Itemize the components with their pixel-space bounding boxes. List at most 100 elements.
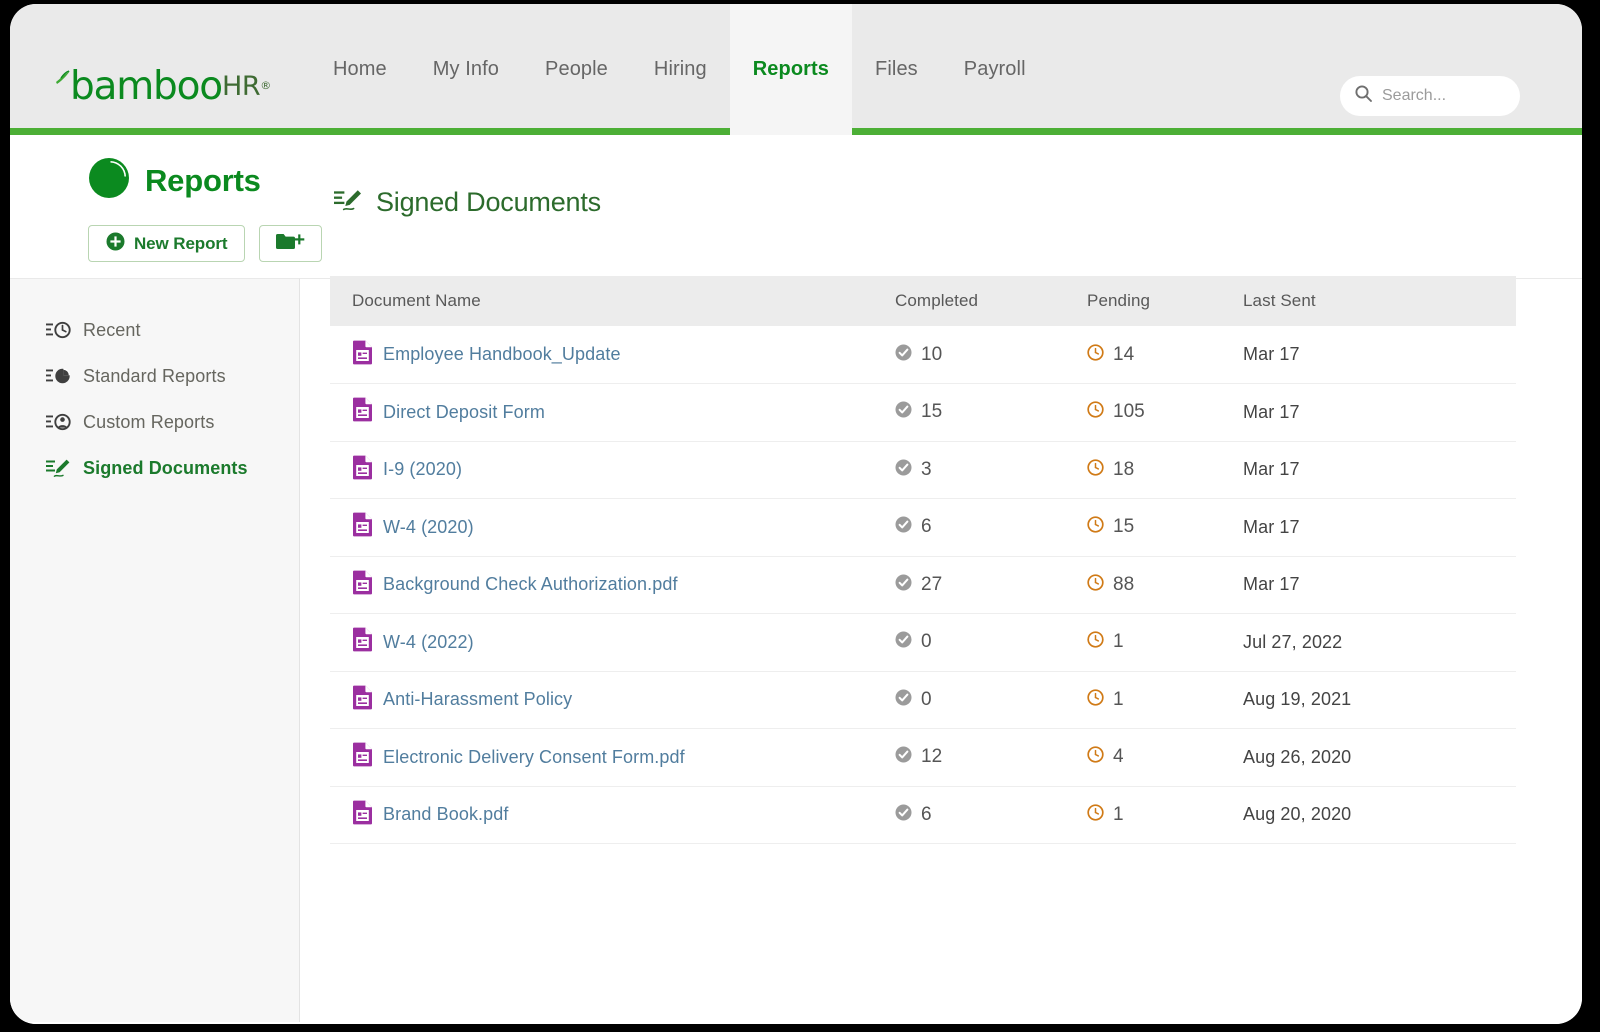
document-name-link[interactable]: W-4 (2022) — [383, 632, 474, 653]
last-sent-date: Mar 17 — [1243, 516, 1300, 537]
app-window: bamboo HR ® Home My Info People Hiring R… — [10, 4, 1582, 1024]
sidebar-item-standard-reports[interactable]: Standard Reports — [10, 353, 299, 399]
nav-item-my-info[interactable]: My Info — [410, 4, 522, 135]
document-name-link[interactable]: W-4 (2020) — [383, 517, 474, 538]
sidebar-item-standard-reports-label: Standard Reports — [83, 365, 226, 386]
search-box[interactable] — [1340, 76, 1520, 116]
logo-registered-mark: ® — [260, 79, 272, 92]
nav-item-people[interactable]: People — [522, 4, 631, 135]
last-sent-date: Aug 20, 2020 — [1243, 804, 1352, 825]
nav-item-files[interactable]: Files — [852, 4, 941, 135]
table-row: I-9 (2020) 3 18 Mar 17 — [330, 441, 1516, 499]
cell-completed: 6 — [895, 498, 1087, 557]
nav-item-hiring[interactable]: Hiring — [631, 4, 730, 135]
cell-pending: 1 — [1087, 613, 1243, 672]
check-circle-icon — [895, 746, 912, 768]
cell-document-name: Brand Book.pdf — [330, 786, 895, 844]
cell-document-name: W-4 (2020) — [330, 498, 895, 557]
document-icon — [352, 570, 373, 600]
list-person-icon — [46, 412, 72, 432]
document-name-link[interactable]: Anti-Harassment Policy — [383, 689, 572, 710]
completed-count: 12 — [921, 746, 943, 768]
document-icon — [352, 397, 373, 427]
new-folder-button[interactable] — [259, 225, 323, 262]
sidebar-item-signed-documents[interactable]: Signed Documents — [10, 445, 299, 491]
last-sent-date: Mar 17 — [1243, 459, 1300, 480]
cell-last-sent: Mar 17 — [1243, 441, 1516, 499]
cell-pending: 1 — [1087, 786, 1243, 844]
nav-item-reports[interactable]: Reports — [729, 4, 853, 135]
column-header-document-name[interactable]: Document Name — [330, 276, 895, 326]
clock-circle-icon — [1087, 459, 1104, 481]
completed-count: 0 — [921, 631, 932, 653]
table-row: Direct Deposit Form 15 105 Mar 17 — [330, 383, 1516, 442]
cell-document-name: I-9 (2020) — [330, 441, 895, 499]
cell-last-sent: Aug 19, 2021 — [1243, 671, 1516, 729]
cell-completed: 10 — [895, 326, 1087, 384]
page-body: Reports New Report Recent Standard Repor… — [10, 135, 1582, 1024]
cell-document-name: Anti-Harassment Policy — [330, 671, 895, 729]
reports-sidebar: Recent Standard Reports Custom Reports S… — [10, 278, 300, 1022]
last-sent-date: Aug 26, 2020 — [1243, 746, 1352, 767]
document-name-link[interactable]: Brand Book.pdf — [383, 804, 508, 825]
last-sent-date: Mar 17 — [1243, 401, 1300, 422]
pending-count: 88 — [1113, 573, 1135, 595]
document-name-link[interactable]: Electronic Delivery Consent Form.pdf — [383, 747, 685, 768]
check-circle-icon — [895, 516, 912, 538]
bamboohr-logo[interactable]: bamboo HR ® — [55, 67, 271, 110]
completed-count: 27 — [921, 573, 943, 595]
column-header-completed[interactable]: Completed — [895, 276, 1087, 326]
cell-pending: 105 — [1087, 383, 1243, 442]
cell-completed: 27 — [895, 556, 1087, 614]
nav-item-payroll[interactable]: Payroll — [941, 4, 1049, 135]
document-name-link[interactable]: I-9 (2020) — [383, 459, 462, 480]
completed-count: 10 — [921, 343, 943, 365]
document-name-link[interactable]: Background Check Authorization.pdf — [383, 574, 678, 595]
signature-icon — [46, 458, 72, 478]
new-report-button[interactable]: New Report — [88, 225, 246, 262]
table-row: Brand Book.pdf 6 1 Aug 20, 2020 — [330, 786, 1516, 844]
table-row: W-4 (2022) 0 1 Jul 27, 2022 — [330, 613, 1516, 672]
check-circle-icon — [895, 631, 912, 653]
clock-circle-icon — [1087, 804, 1104, 826]
bamboo-leaf-icon — [55, 70, 73, 86]
cell-document-name: Background Check Authorization.pdf — [330, 556, 895, 614]
document-icon — [352, 340, 373, 370]
reports-content: Recent Standard Reports Custom Reports S… — [10, 187, 1582, 1022]
sidebar-item-custom-reports[interactable]: Custom Reports — [10, 399, 299, 445]
column-header-last-sent[interactable]: Last Sent — [1243, 276, 1516, 326]
table-row: Employee Handbook_Update 10 14 Mar 17 — [330, 326, 1516, 384]
completed-count: 6 — [921, 516, 932, 538]
table-row: W-4 (2020) 6 15 Mar 17 — [330, 498, 1516, 557]
cell-pending: 4 — [1087, 728, 1243, 787]
nav-item-home[interactable]: Home — [310, 4, 410, 135]
cell-completed: 15 — [895, 383, 1087, 442]
sidebar-item-signed-documents-label: Signed Documents — [83, 457, 248, 478]
cell-pending: 15 — [1087, 498, 1243, 557]
document-name-link[interactable]: Direct Deposit Form — [383, 402, 545, 423]
table-row: Electronic Delivery Consent Form.pdf 12 … — [330, 728, 1516, 787]
document-icon — [352, 627, 373, 657]
pending-count: 1 — [1113, 803, 1124, 825]
check-circle-icon — [895, 574, 912, 596]
sidebar-item-recent[interactable]: Recent — [10, 307, 299, 353]
section-title: Signed Documents — [376, 187, 601, 217]
pending-count: 15 — [1113, 516, 1135, 538]
sidebar-item-custom-reports-label: Custom Reports — [83, 411, 215, 432]
plus-circle-icon — [106, 232, 125, 256]
pie-chart-icon — [88, 157, 130, 204]
list-clock-icon — [46, 320, 72, 340]
table-header: Document Name Completed Pending Last Sen… — [330, 276, 1516, 326]
column-header-pending[interactable]: Pending — [1087, 276, 1243, 326]
folder-plus-icon — [275, 231, 306, 257]
pending-count: 105 — [1113, 401, 1145, 423]
page-title: Reports — [145, 162, 261, 198]
signed-documents-panel: Signed Documents Document Name Completed… — [300, 187, 1582, 1022]
search-input[interactable] — [1382, 87, 1502, 105]
document-name-link[interactable]: Employee Handbook_Update — [383, 344, 621, 365]
main-nav: Home My Info People Hiring Reports Files… — [310, 4, 1049, 135]
document-icon — [352, 800, 373, 830]
clock-circle-icon — [1087, 746, 1104, 768]
check-circle-icon — [895, 459, 912, 481]
cell-document-name: Direct Deposit Form — [330, 383, 895, 442]
